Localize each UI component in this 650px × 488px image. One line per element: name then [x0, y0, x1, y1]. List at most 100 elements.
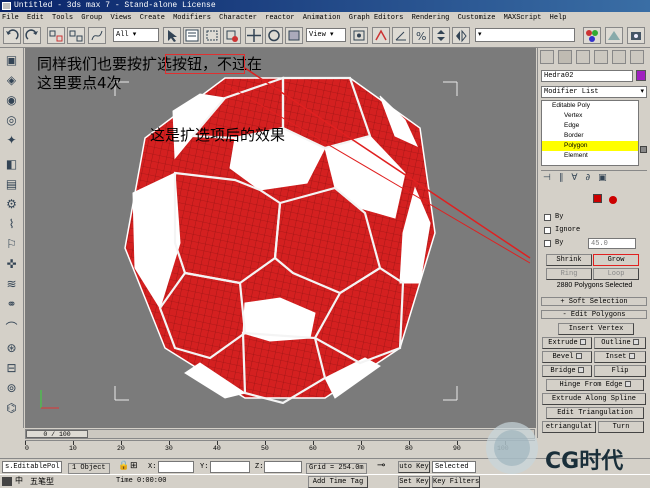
display-tab-icon[interactable]	[612, 50, 626, 64]
insert-vertex-button[interactable]: Insert Vertex	[558, 323, 634, 335]
select-object-button[interactable]	[163, 27, 181, 44]
element-mode-icon[interactable]	[609, 196, 617, 204]
stack-item-border[interactable]: Border	[542, 131, 638, 141]
rectangular-selection-button[interactable]	[203, 27, 221, 44]
set-key-button[interactable]: Set Key	[398, 476, 430, 488]
mirror-button[interactable]	[452, 27, 470, 44]
water-icon[interactable]: ≋	[3, 276, 20, 293]
add-time-tag-button[interactable]: Add Time Tag	[308, 476, 368, 488]
remove-modifier-icon[interactable]: ∂	[586, 173, 599, 183]
menu-character[interactable]: Character	[217, 14, 259, 22]
bevel-button[interactable]: Bevel	[542, 351, 592, 363]
ime-indicator[interactable]: 五笔型	[30, 477, 54, 486]
by-angle-checkbox[interactable]	[544, 240, 551, 247]
spring-icon[interactable]: ✦	[3, 132, 20, 149]
grow-button[interactable]: Grow	[593, 254, 639, 266]
time-slider-thumb[interactable]: 0 / 100	[26, 430, 88, 438]
stack-item-vertex[interactable]: Vertex	[542, 111, 638, 121]
key-icon[interactable]: ⊸	[377, 462, 385, 472]
ref-coordinate-dropdown[interactable]: View ▾	[306, 28, 346, 42]
menu-customize[interactable]: Customize	[456, 14, 498, 22]
menu-graph-editors[interactable]: Graph Editors	[347, 14, 406, 22]
motion-tab-icon[interactable]	[594, 50, 608, 64]
object-color-swatch[interactable]	[636, 70, 646, 81]
stack-item-polygon[interactable]: Polygon	[542, 141, 638, 151]
point-to-point-icon[interactable]: ⊛	[3, 340, 20, 357]
extrude-along-spline-button[interactable]: Extrude Along Spline	[542, 393, 646, 405]
key-filters-button[interactable]: Key Filters...	[432, 476, 480, 488]
track-bar[interactable]: 0 10 20 30 40 50 60 70 80 90 100	[25, 440, 535, 456]
modifier-list-dropdown[interactable]: Modifier List ▾	[541, 86, 647, 98]
car-wheel-icon[interactable]: ⊚	[3, 380, 20, 397]
time-slider[interactable]: 0 / 100	[25, 429, 535, 439]
redo-button[interactable]	[23, 27, 41, 44]
modify-tab-icon[interactable]	[558, 50, 572, 64]
by-vertex-checkbox[interactable]	[544, 214, 551, 221]
cloth-icon[interactable]: ◈	[3, 72, 20, 89]
stack-item-edge[interactable]: Edge	[542, 121, 638, 131]
y-coord-field[interactable]	[210, 461, 250, 473]
absolute-mode-icon[interactable]: ⊞	[130, 462, 138, 471]
spinner-snap-button[interactable]	[432, 27, 450, 44]
menu-reactor[interactable]: reactor	[263, 14, 296, 22]
maxscript-listener-field[interactable]: s.EditablePol	[2, 461, 62, 473]
flip-button[interactable]: Flip	[594, 365, 646, 377]
lock-selection-icon[interactable]: 🔒	[118, 462, 129, 471]
show-end-result-icon[interactable]: ∥	[559, 173, 572, 183]
extrude-button[interactable]: Extrude	[542, 337, 592, 349]
constraint-icon[interactable]: ⚭	[3, 296, 20, 313]
menu-create[interactable]: Create	[138, 14, 167, 22]
configure-sets-icon[interactable]: ▣	[598, 173, 615, 183]
inset-button[interactable]: Inset	[594, 351, 646, 363]
z-coord-field[interactable]	[264, 461, 302, 473]
perspective-viewport[interactable]: 同样我们也要按扩选按钮，不过在 这里要点4次 这是扩选项后的效果	[25, 48, 536, 428]
shrink-button[interactable]: Shrink	[546, 254, 592, 266]
menu-help[interactable]: Help	[548, 14, 569, 22]
unlink-button[interactable]	[67, 27, 85, 44]
ring-button[interactable]: Ring	[546, 268, 592, 280]
window-crossing-button[interactable]	[223, 27, 241, 44]
start-icon[interactable]	[2, 477, 12, 486]
auto-key-button[interactable]: uto Key	[398, 461, 430, 473]
wind-icon[interactable]: ⌇	[3, 216, 20, 233]
pivot-center-button[interactable]	[350, 27, 368, 44]
material-editor-button[interactable]	[583, 27, 601, 44]
percent-snap-button[interactable]: %	[412, 27, 430, 44]
loop-button[interactable]: Loop	[593, 268, 639, 280]
create-tab-icon[interactable]	[540, 50, 554, 64]
ignore-backfacing-checkbox[interactable]	[544, 227, 551, 234]
menu-modifiers[interactable]: Modifiers	[171, 14, 213, 22]
render-scene-button[interactable]	[605, 27, 623, 44]
softbody-icon[interactable]: ◉	[3, 92, 20, 109]
menu-rendering[interactable]: Rendering	[410, 14, 452, 22]
select-by-name-button[interactable]	[183, 27, 201, 44]
undo-button[interactable]	[3, 27, 21, 44]
soft-selection-rollout[interactable]: + Soft Selection	[541, 297, 647, 306]
utilities-tab-icon[interactable]	[630, 50, 644, 64]
prismatic-icon[interactable]: ⊟	[3, 360, 20, 377]
move-button[interactable]	[245, 27, 263, 44]
motor-icon[interactable]: ⚙	[3, 196, 20, 213]
snap-toggle-button[interactable]	[372, 27, 390, 44]
scale-button[interactable]	[285, 27, 303, 44]
named-selection-dropdown[interactable]: ▾	[475, 28, 575, 42]
menu-maxscript[interactable]: MAXScript	[502, 14, 544, 22]
plane-icon[interactable]: ▤	[3, 176, 20, 193]
select-link-button[interactable]	[47, 27, 65, 44]
menu-animation[interactable]: Animation	[301, 14, 343, 22]
object-name-field[interactable]: Hedra02	[541, 70, 633, 82]
stack-item-editable-poly[interactable]: Editable Poly	[542, 101, 638, 111]
x-coord-field[interactable]	[158, 461, 194, 473]
quick-render-button[interactable]	[627, 27, 645, 44]
hinge-from-edge-button[interactable]: Hinge From Edge	[546, 379, 644, 391]
menu-tools[interactable]: Tools	[50, 14, 75, 22]
rope-icon[interactable]: ◎	[3, 112, 20, 129]
menu-views[interactable]: Views	[108, 14, 133, 22]
menu-edit[interactable]: Edit	[25, 14, 46, 22]
pin-stack-icon[interactable]: ⊣	[543, 173, 559, 183]
edit-polygons-rollout[interactable]: - Edit Polygons	[541, 310, 647, 319]
hierarchy-tab-icon[interactable]	[576, 50, 590, 64]
deforming-mesh-icon[interactable]: ◧	[3, 156, 20, 173]
polygon-mode-icon[interactable]	[593, 194, 602, 203]
bridge-button[interactable]: Bridge	[542, 365, 592, 377]
